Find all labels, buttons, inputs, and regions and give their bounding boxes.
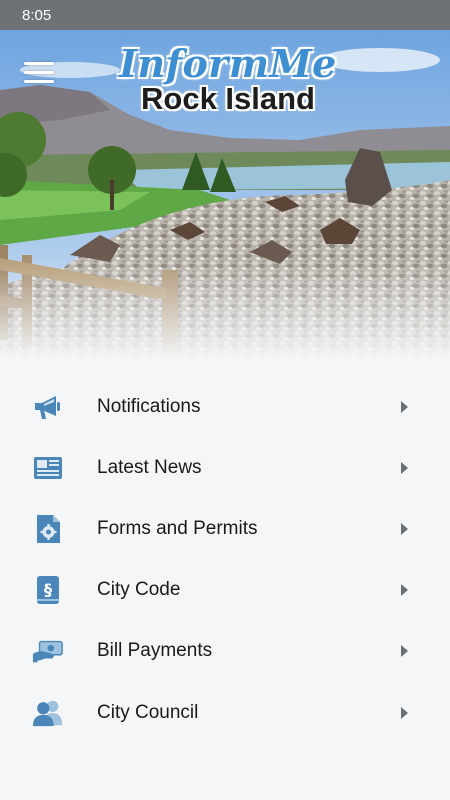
menu-item-latest-news[interactable]: Latest News (0, 437, 450, 498)
menu-item-label: Latest News (97, 456, 202, 478)
menu-item-notifications[interactable]: Notifications (0, 376, 450, 437)
menu-item-bill-payments[interactable]: Bill Payments (0, 621, 450, 682)
chevron-right-icon (401, 584, 408, 597)
menu-item-label: Bill Payments (97, 640, 213, 662)
menu-item-city-council[interactable]: City Council (0, 682, 450, 743)
main-menu: Notifications Latest News Forms and Perm… (0, 376, 450, 743)
menu-item-label: Forms and Permits (97, 517, 258, 539)
chevron-right-icon (401, 522, 408, 535)
logo-main-text: Rock Island (141, 81, 315, 116)
svg-text:§: § (44, 580, 52, 599)
menu-item-forms-permits[interactable]: Forms and Permits (0, 498, 450, 559)
chevron-right-icon (401, 706, 408, 719)
hamburger-menu-icon[interactable] (24, 62, 54, 84)
status-bar: 8:05 (0, 0, 450, 30)
status-time: 8:05 (22, 6, 52, 24)
chevron-right-icon (401, 645, 408, 658)
app-logo: InformMe Rock Island (118, 44, 338, 116)
logo-script-text: InformMe (119, 41, 337, 86)
megaphone-icon (32, 391, 64, 423)
bill-payment-icon (32, 635, 64, 667)
chevron-right-icon (401, 461, 408, 474)
newspaper-icon (32, 452, 64, 484)
menu-item-label: City Code (97, 579, 181, 601)
council-people-icon (32, 697, 64, 729)
chevron-right-icon (401, 400, 408, 413)
code-book-icon: § (32, 574, 64, 606)
menu-item-city-code[interactable]: § City Code (0, 560, 450, 621)
menu-item-label: City Council (97, 701, 199, 723)
document-gear-icon (32, 513, 64, 545)
menu-item-label: Notifications (97, 395, 201, 417)
